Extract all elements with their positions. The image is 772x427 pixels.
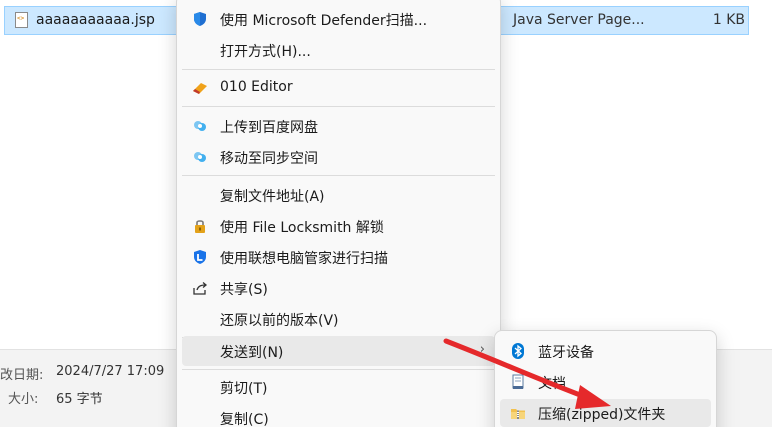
menu-item-label: 使用 File Locksmith 解锁 (220, 220, 384, 236)
menu-item-file-locksmith[interactable]: 使用 File Locksmith 解锁 (182, 212, 495, 240)
menu-item-010-editor[interactable]: 010 Editor (182, 74, 495, 102)
lock-icon (195, 220, 205, 233)
menu-item-lenovo-scan[interactable]: 使用联想电脑管家进行扫描 (182, 243, 495, 271)
menu-item-label: 还原以前的版本(V) (220, 313, 339, 329)
menu-separator (182, 175, 495, 176)
jsp-file-icon (15, 12, 28, 28)
size-label: 大小: (8, 392, 39, 407)
lenovo-shield-icon (194, 250, 206, 264)
modified-value: 2024/7/27 17:09 (56, 364, 165, 379)
document-icon (512, 374, 524, 389)
menu-item-label: 使用 Microsoft Defender扫描... (220, 13, 428, 29)
file-size: 1 KB (712, 12, 745, 28)
context-menu: 使用 Microsoft Defender扫描... 打开方式(H)... 01… (176, 0, 501, 427)
menu-item-move-sync[interactable]: 移动至同步空间 (182, 143, 495, 171)
menu-item-open-with[interactable]: 打开方式(H)... (182, 36, 495, 64)
menu-item-cut[interactable]: 剪切(T) (182, 373, 495, 401)
defender-icon (194, 12, 206, 26)
menu-item-share[interactable]: 共享(S) (182, 274, 495, 302)
submenu-item-label: 压缩(zipped)文件夹 (538, 407, 666, 423)
menu-item-label: 移动至同步空间 (220, 151, 318, 167)
share-icon (193, 282, 208, 295)
menu-item-copy[interactable]: 复制(C) (182, 404, 495, 427)
menu-item-label: 打开方式(H)... (220, 44, 311, 60)
baidu-netdisk-icon (194, 121, 206, 131)
menu-item-label: 复制(C) (220, 412, 269, 427)
010-editor-icon (193, 83, 207, 94)
file-name: aaaaaaaaaaa.jsp (36, 12, 155, 28)
menu-item-defender-scan[interactable]: 使用 Microsoft Defender扫描... (182, 5, 495, 33)
chevron-right-icon: › (479, 342, 485, 357)
menu-item-label: 010 Editor (220, 79, 293, 95)
menu-item-copy-path[interactable]: 复制文件地址(A) (182, 181, 495, 209)
screen: aaaaaaaaaaa.jsp Java Server Page... 1 KB… (0, 0, 772, 427)
bluetooth-icon (512, 343, 524, 359)
menu-item-label: 上传到百度网盘 (220, 120, 318, 136)
size-value: 65 字节 (56, 392, 103, 407)
menu-item-label: 剪切(T) (220, 381, 268, 397)
menu-item-label: 共享(S) (220, 282, 268, 298)
submenu-item-zip-folder[interactable]: 压缩(zipped)文件夹 (500, 399, 711, 427)
menu-item-send-to[interactable]: 发送到(N) › (182, 336, 495, 366)
menu-item-baidu-upload[interactable]: 上传到百度网盘 (182, 112, 495, 140)
menu-separator (182, 369, 495, 370)
submenu-item-label: 文档 (538, 376, 566, 392)
modified-label: 改日期: (0, 368, 44, 383)
submenu-item-bluetooth[interactable]: 蓝牙设备 (500, 337, 711, 365)
menu-separator (182, 69, 495, 70)
zip-folder-icon (511, 409, 525, 419)
send-to-submenu: 蓝牙设备 文档 压缩(zipped)文件夹 (494, 330, 717, 427)
file-type: Java Server Page... (513, 12, 645, 28)
submenu-item-documents[interactable]: 文档 (500, 368, 711, 396)
submenu-item-label: 蓝牙设备 (538, 345, 594, 361)
menu-separator (182, 106, 495, 107)
menu-item-label: 复制文件地址(A) (220, 189, 325, 205)
menu-item-restore-versions[interactable]: 还原以前的版本(V) (182, 305, 495, 333)
baidu-netdisk-icon (194, 152, 206, 162)
menu-item-label: 发送到(N) (220, 345, 284, 361)
menu-item-label: 使用联想电脑管家进行扫描 (220, 251, 388, 267)
